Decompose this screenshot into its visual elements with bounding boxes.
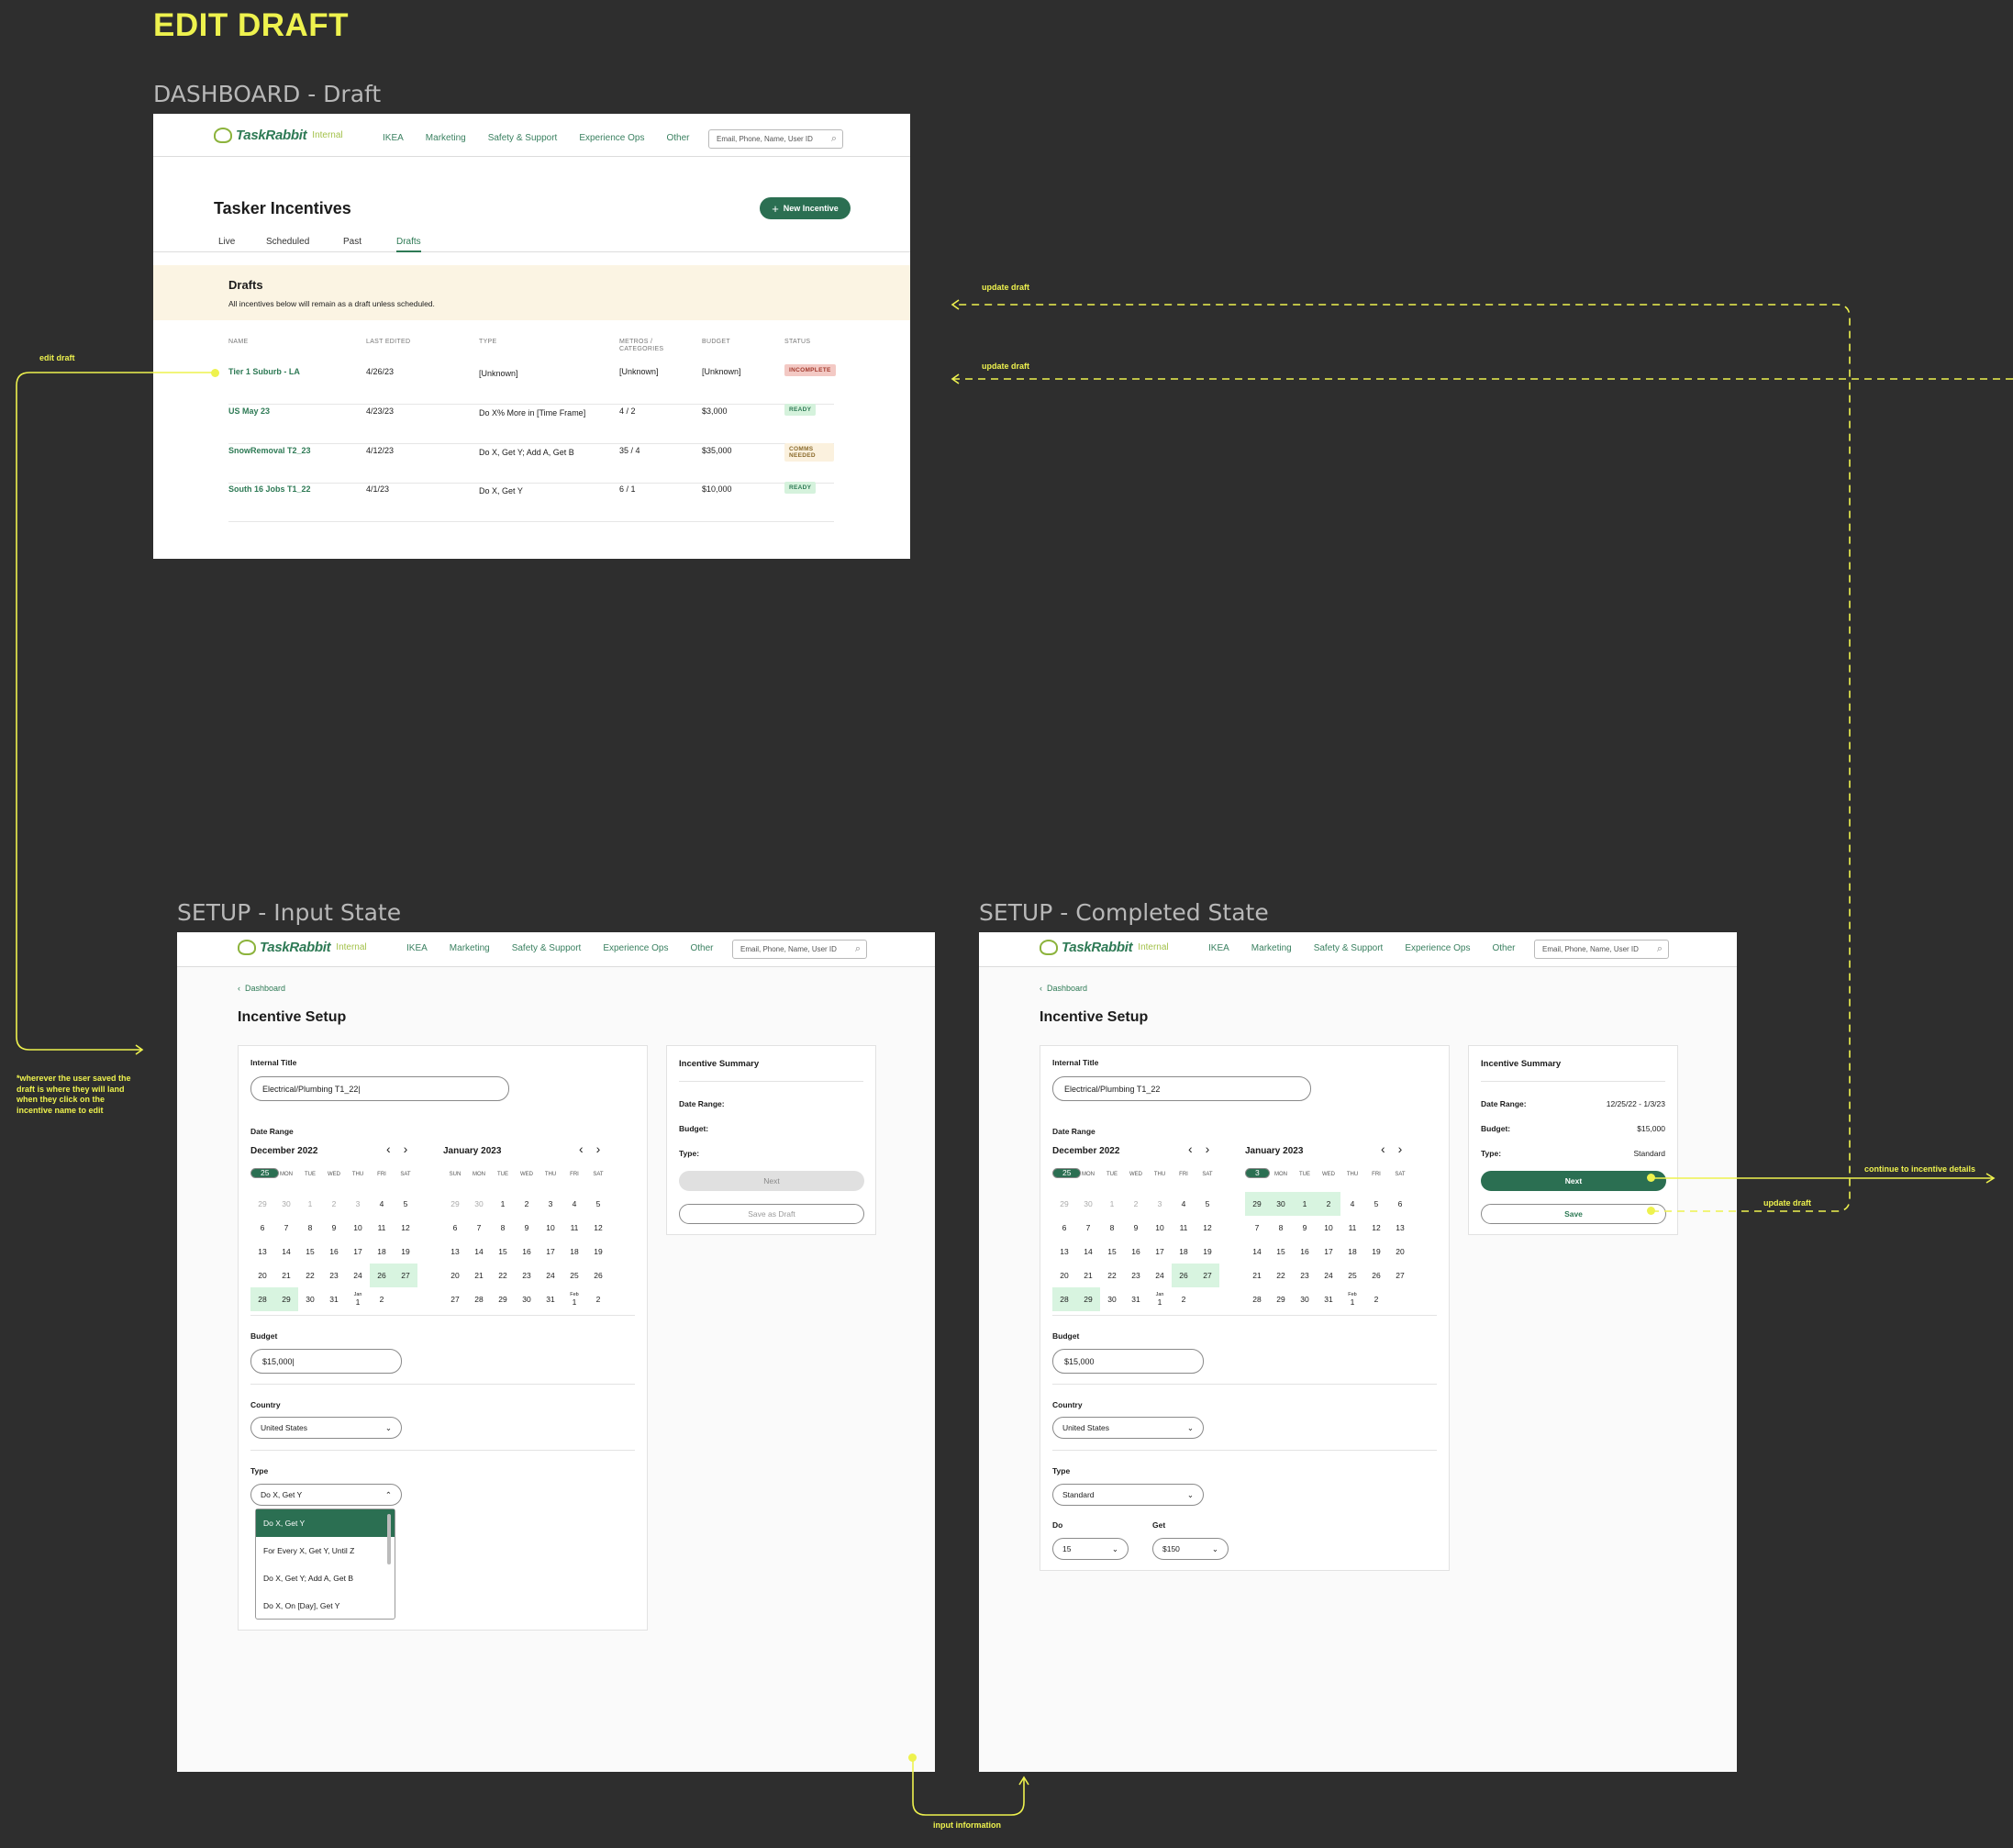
update-draft-label-3: update draft	[1763, 1198, 1812, 1208]
continue-label: continue to incentive details	[1864, 1164, 1976, 1174]
edit-draft-label: edit draft	[39, 353, 75, 362]
edit-draft-dot	[211, 369, 219, 377]
update-draft-label-1: update draft	[982, 283, 1030, 292]
edit-draft-arrow	[16, 372, 215, 1051]
update-draft-arrow-1	[952, 304, 1851, 1212]
update-draft-label-2: update draft	[982, 362, 1030, 371]
input-information-arrow	[912, 1758, 1025, 1816]
flow-arrows	[16, 299, 2013, 1816]
input-info-label: input information	[933, 1820, 1001, 1830]
input-info-dot	[908, 1753, 917, 1762]
edit-draft-note: *wherever the user saved the draft is wh…	[17, 1074, 131, 1116]
